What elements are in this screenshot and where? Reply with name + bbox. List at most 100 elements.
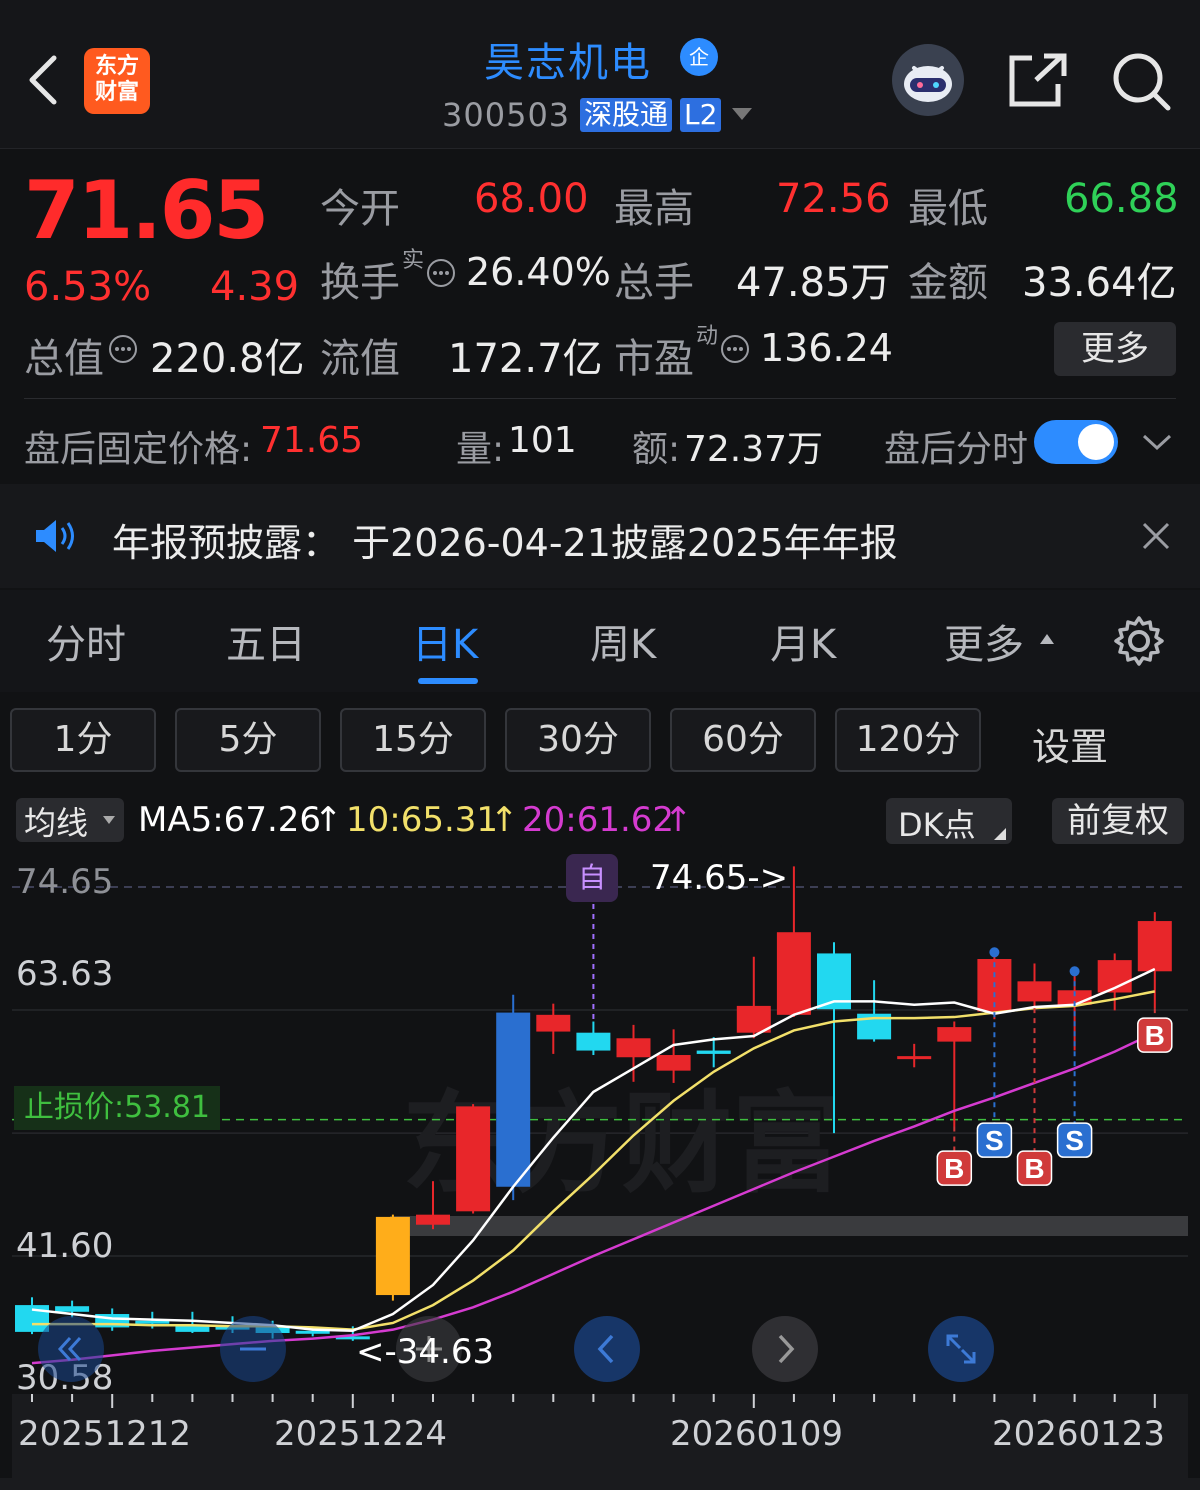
- share-icon[interactable]: [1006, 52, 1068, 110]
- tab-more[interactable]: 更多: [944, 612, 1024, 670]
- amount-label: 金额: [908, 260, 988, 306]
- period-15min[interactable]: 15分: [340, 708, 486, 772]
- zoom-out-button[interactable]: [220, 1316, 286, 1382]
- candle-body[interactable]: [536, 1014, 571, 1032]
- signal-letter: B: [1145, 1020, 1165, 1051]
- period-60min[interactable]: 60分: [670, 708, 816, 772]
- y-tick-label: 41.60: [16, 1226, 114, 1266]
- x-axis-ticks: [31, 1394, 1156, 1408]
- period-120min[interactable]: 120分: [835, 708, 981, 772]
- candle-body[interactable]: [897, 1056, 932, 1060]
- min-price-label: <-34.63: [356, 1332, 495, 1372]
- turnover-realtime-sup: 实: [402, 248, 425, 273]
- stock-name[interactable]: 昊志机电: [484, 30, 652, 88]
- chevron-down-icon[interactable]: [1140, 430, 1174, 454]
- candle-body[interactable]: [1017, 981, 1052, 1002]
- ma-selector[interactable]: 均线: [16, 798, 124, 842]
- more-quote-button[interactable]: 更多: [1054, 322, 1176, 376]
- after-hours-chart-label: 盘后分时: [884, 429, 1029, 470]
- tag-level2: L2: [680, 98, 722, 132]
- candle-body[interactable]: [55, 1306, 90, 1312]
- stock-code: 300503: [442, 96, 571, 134]
- float-cap-label: 流值: [320, 336, 400, 382]
- info-dots-icon[interactable]: [108, 334, 138, 364]
- ma5-up-arrow-icon: ↑: [314, 800, 343, 840]
- bottom-edge: [0, 1478, 1200, 1490]
- candle-body[interactable]: [696, 1050, 731, 1054]
- corner-caret-icon: [994, 828, 1006, 840]
- candle-body[interactable]: [1137, 921, 1172, 972]
- close-icon[interactable]: [1140, 520, 1172, 552]
- info-dots-icon[interactable]: [426, 258, 456, 288]
- chevron-left-icon: [597, 1334, 614, 1364]
- after-hours-amount-label: 额:: [632, 429, 681, 470]
- search-icon[interactable]: [1110, 50, 1172, 112]
- signal-letter: B: [944, 1153, 964, 1184]
- scroll-left-button[interactable]: [574, 1316, 640, 1382]
- x-tick-label: 20260109: [670, 1414, 844, 1454]
- speaker-icon: [36, 520, 74, 552]
- candle-body[interactable]: [375, 1216, 410, 1296]
- notice-text: 年报预披露： 于2026-04-21披露2025年年报: [112, 521, 898, 565]
- turnover-value: 26.40%: [466, 250, 611, 294]
- tag-shenzhen-connect: 深股通: [580, 98, 673, 132]
- tab-monthly-k[interactable]: 月K: [770, 612, 836, 670]
- turnover-label: 换手: [320, 260, 400, 306]
- candle-body[interactable]: [937, 1027, 972, 1042]
- candle-body[interactable]: [616, 1038, 651, 1058]
- gear-icon[interactable]: [1112, 614, 1166, 668]
- amount-value: 33.64亿: [1022, 260, 1177, 306]
- signal-dot: [989, 947, 1000, 958]
- x-tick-label: 20251224: [274, 1414, 448, 1454]
- market-cap-label: 总值: [24, 336, 104, 382]
- back-arrow-icon[interactable]: [22, 52, 62, 108]
- candle-body[interactable]: [456, 1106, 491, 1212]
- period-5min[interactable]: 5分: [175, 708, 321, 772]
- period-settings[interactable]: 设置: [1032, 716, 1108, 771]
- stop-loss-price-tag: 止损价:53.81: [14, 1086, 220, 1130]
- pe-dynamic-sup: 动: [696, 324, 719, 349]
- signal-letter: S: [985, 1125, 1004, 1156]
- ma10-readout: 10:65.31: [346, 800, 499, 840]
- period-30min[interactable]: 30分: [505, 708, 651, 772]
- stock-switch-caret-icon[interactable]: [732, 108, 752, 120]
- open-value: 68.00: [474, 176, 589, 222]
- period-1min[interactable]: 1分: [10, 708, 156, 772]
- ma10-up-arrow-icon: ↑: [490, 800, 519, 840]
- scroll-start-button[interactable]: [38, 1316, 104, 1382]
- after-hours-price-label: 盘后固定价格:: [24, 429, 253, 470]
- dk-point-selector[interactable]: DK点: [886, 798, 1012, 844]
- volume-value: 47.85万: [736, 260, 891, 306]
- float-cap-value: 172.7亿: [448, 336, 603, 382]
- divider: [24, 398, 1176, 399]
- x-tick-label: 20251212: [18, 1414, 192, 1454]
- tab-intraday[interactable]: 分时: [46, 612, 126, 670]
- last-price: 71.65: [24, 164, 269, 257]
- app-logo[interactable]: 东方 财富: [84, 48, 150, 114]
- self-select-badge[interactable]: 自: [566, 854, 618, 902]
- candle-body[interactable]: [776, 932, 811, 1015]
- scroll-right-button[interactable]: [752, 1316, 818, 1382]
- info-dots-icon[interactable]: [720, 334, 750, 364]
- chevron-right-icon: [778, 1334, 795, 1364]
- enterprise-badge-icon: 企: [680, 38, 718, 76]
- after-hours-price-value: 71.65: [260, 420, 364, 461]
- fullscreen-button[interactable]: [928, 1316, 994, 1382]
- after-hours-toggle[interactable]: [1034, 420, 1118, 464]
- candle-body[interactable]: [496, 1012, 531, 1187]
- tab-daily-k[interactable]: 日K: [412, 612, 478, 670]
- caret-down-icon: [103, 816, 115, 824]
- price-adjust-selector[interactable]: 前复权: [1052, 798, 1184, 844]
- market-cap-value: 220.8亿: [150, 336, 305, 382]
- candle-body[interactable]: [416, 1214, 450, 1225]
- ma20-readout: 20:61.62: [522, 800, 675, 840]
- y-tick-label: 63.63: [16, 954, 114, 994]
- tab-weekly-k[interactable]: 周K: [590, 612, 656, 670]
- open-label: 今开: [320, 186, 400, 232]
- candle-body[interactable]: [576, 1032, 611, 1051]
- volume-label: 总手: [614, 260, 694, 306]
- ma5-readout: MA5:67.26: [138, 800, 322, 840]
- candle-body[interactable]: [656, 1055, 691, 1071]
- tab-five-day[interactable]: 五日: [226, 612, 306, 670]
- ai-robot-icon[interactable]: [892, 44, 964, 116]
